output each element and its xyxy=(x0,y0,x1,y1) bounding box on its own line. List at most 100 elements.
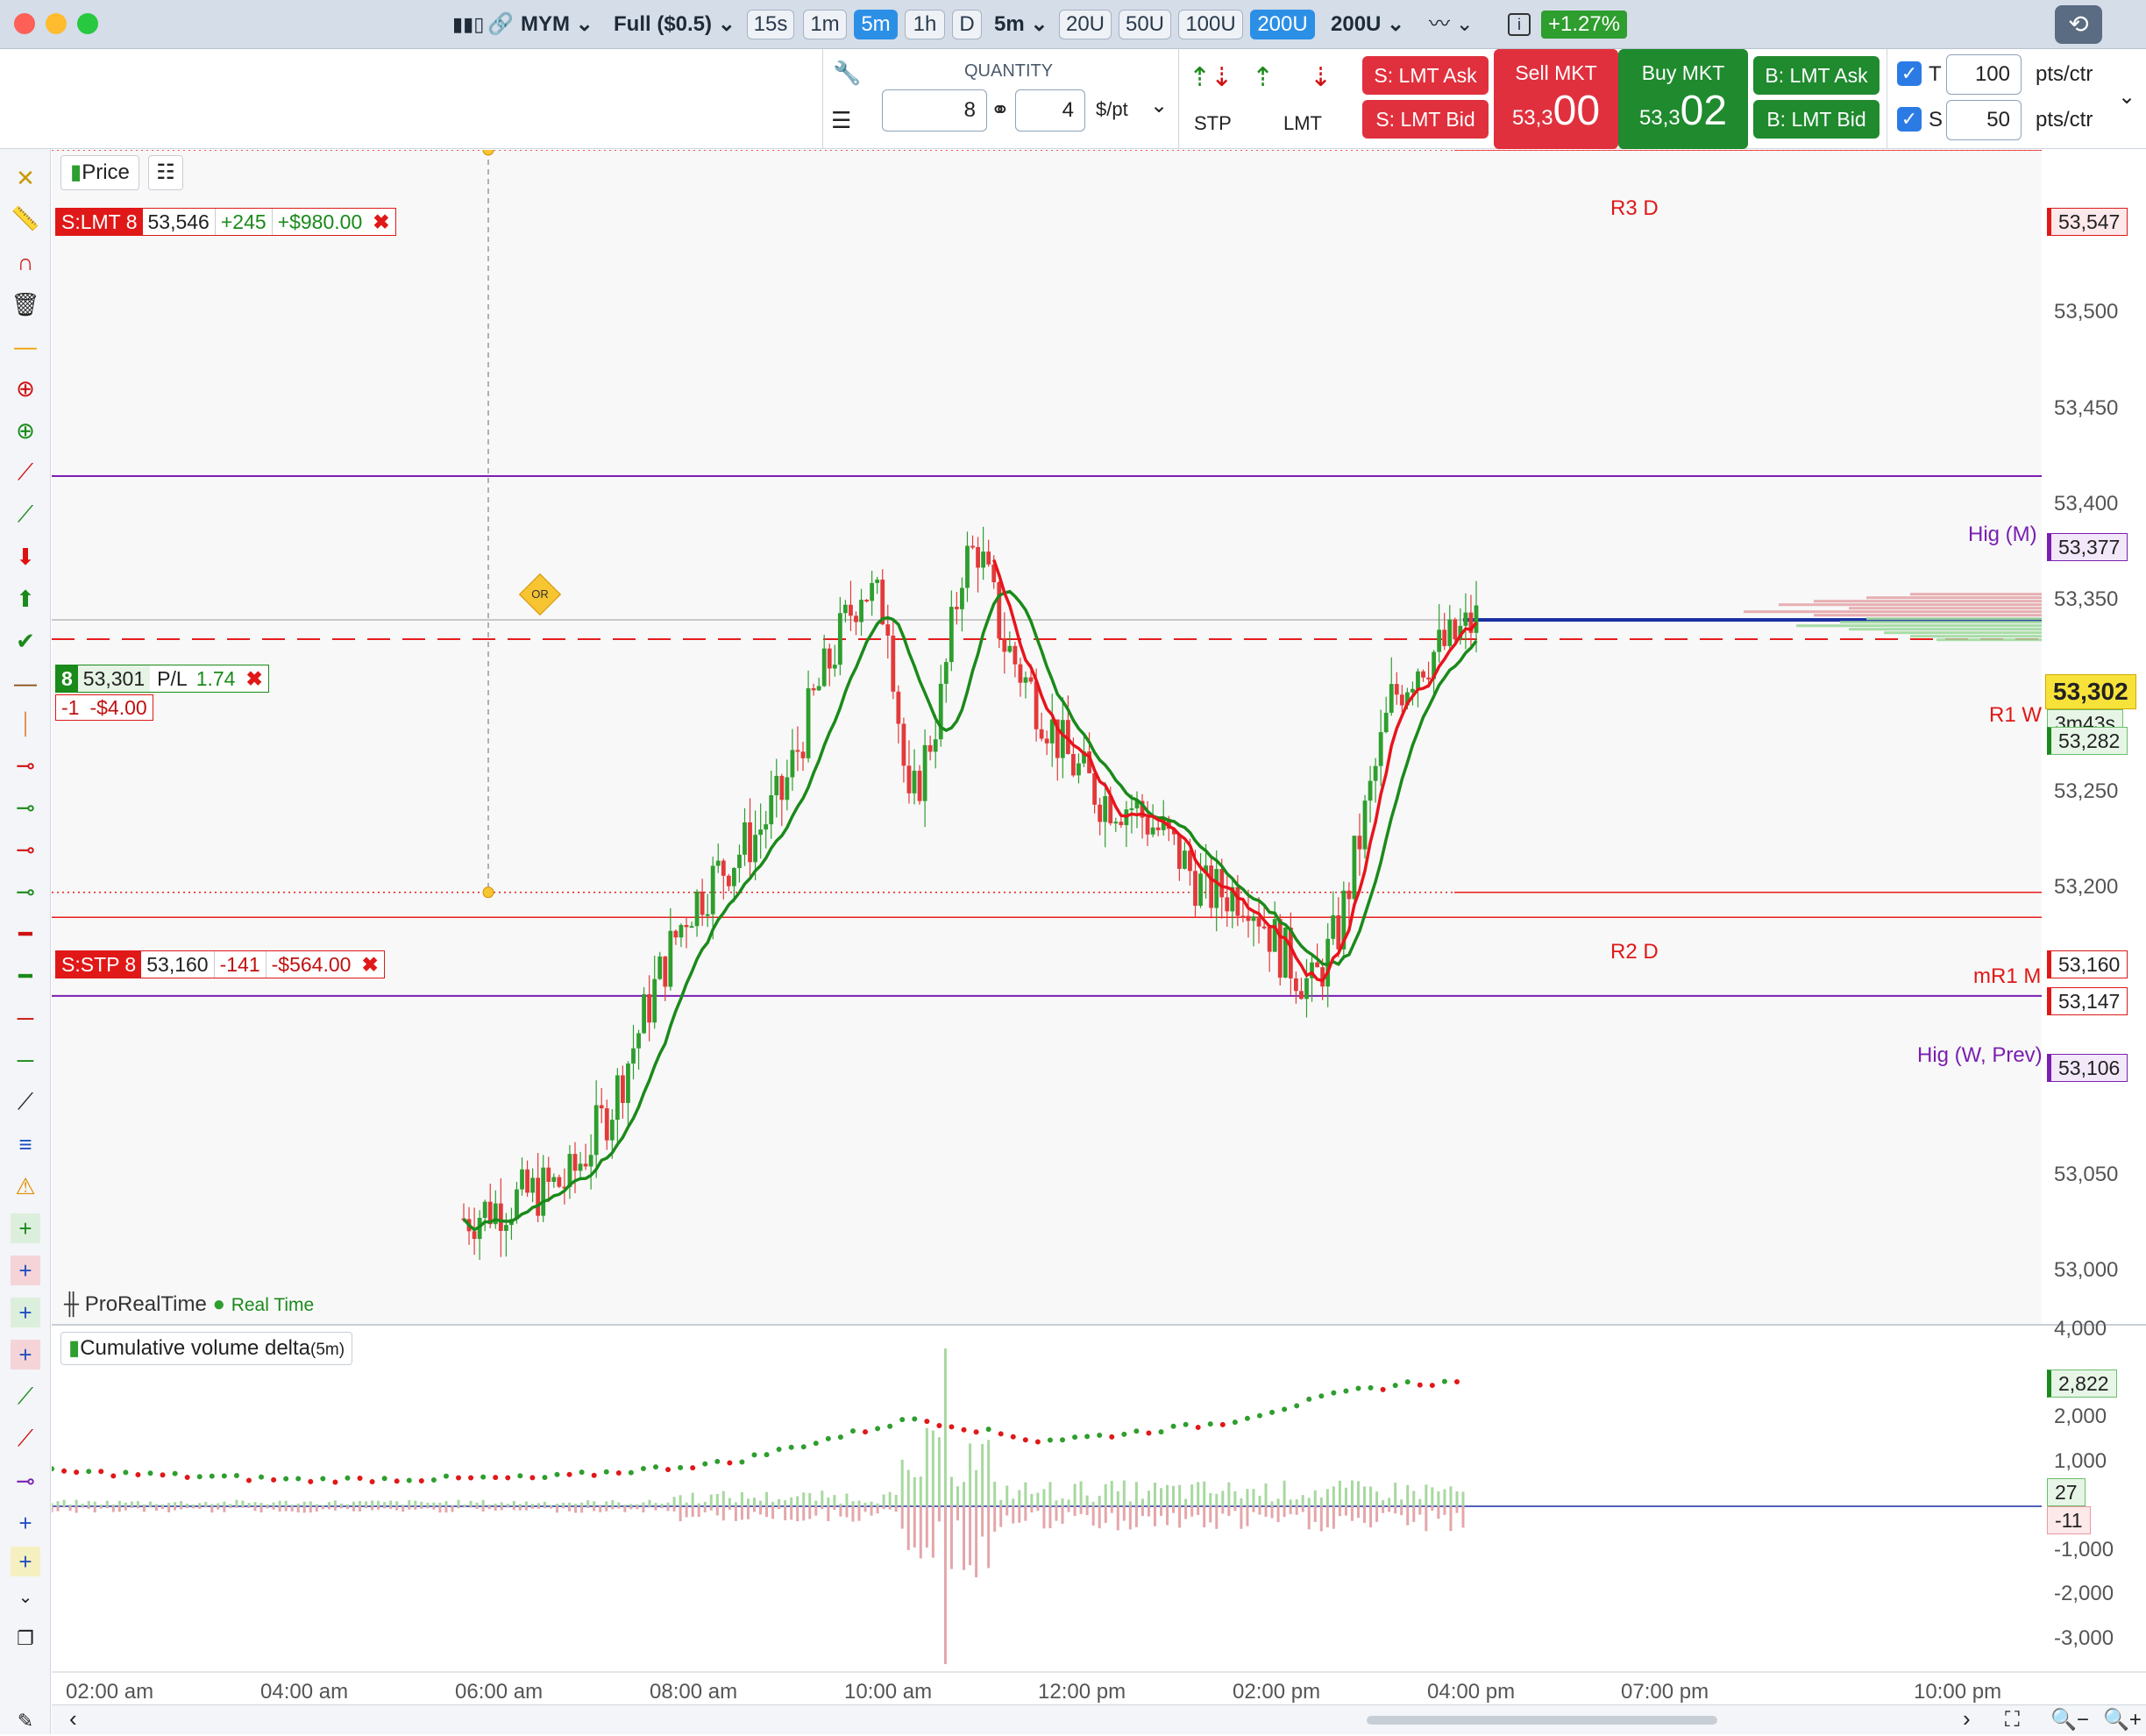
warning-icon[interactable]: ⚠ xyxy=(11,1171,40,1201)
tf-1m[interactable]: 1m xyxy=(803,10,847,39)
stop-input[interactable]: 50 xyxy=(1946,100,2022,140)
arrow-down-icon[interactable]: ⬇ xyxy=(11,542,40,572)
scroll-left-icon[interactable]: ‹ xyxy=(69,1705,77,1732)
link-icon[interactable]: 🔗 xyxy=(487,9,514,40)
vertical-line-icon[interactable]: ⏐ xyxy=(11,710,40,740)
sell-stop-order-tag[interactable]: S:STP 8 53,160 -141 -$564.00 ✖ xyxy=(55,950,385,978)
arrow-up-icon[interactable]: ⬆ xyxy=(11,584,40,614)
lmt-label[interactable]: LMT xyxy=(1283,110,1322,137)
buy-order-tool-icon[interactable]: ⊕ xyxy=(11,374,40,403)
ruler-icon[interactable]: 📏 xyxy=(11,203,40,233)
stop-checkbox[interactable]: ✓ xyxy=(1897,107,1922,132)
price-panel-tab[interactable]: ▮Price xyxy=(60,155,139,190)
hline-purple-icon[interactable]: ⊸ xyxy=(11,1466,40,1496)
hline-green-icon[interactable]: ⊸ xyxy=(11,793,40,822)
sync-icon[interactable]: ⟲ xyxy=(2055,5,2102,44)
trend-red2-icon[interactable]: ⟋ xyxy=(11,1424,40,1454)
scroll-right-icon[interactable]: › xyxy=(1963,1705,1971,1732)
target-checkbox[interactable]: ✓ xyxy=(1897,61,1922,86)
target-input[interactable]: 100 xyxy=(1946,54,2022,95)
add-zone-red-icon[interactable]: + xyxy=(11,1256,40,1285)
panel-list-icon[interactable]: ☷ xyxy=(148,155,183,190)
buy-limit-bid-button[interactable]: B: LMT Bid xyxy=(1753,100,1880,139)
hline-green-dotted-icon[interactable]: ⊸ xyxy=(11,877,40,907)
candle-body xyxy=(827,648,832,669)
unit-20u[interactable]: 20U xyxy=(1059,10,1112,39)
stp-order-icon[interactable]: ⇡⇣ xyxy=(1189,65,1233,91)
trend-line-red-icon[interactable]: ⟋ xyxy=(11,458,40,487)
quantity-contracts-input[interactable]: 8 xyxy=(882,89,987,132)
sell-order-tool-icon[interactable]: ⊕ xyxy=(11,416,40,445)
cvd-panel-tab[interactable]: ▮Cumulative volume delta(5m) xyxy=(60,1332,353,1365)
stp-label[interactable]: STP xyxy=(1194,110,1232,137)
info-icon[interactable]: i xyxy=(1508,13,1531,36)
add-blue-icon[interactable]: + xyxy=(11,1508,40,1538)
interval-select[interactable]: 5m ⌄ xyxy=(994,9,1048,40)
alert-tool-icon[interactable]: ✕ xyxy=(11,163,40,193)
cancel-limit-order-icon[interactable]: ✖ xyxy=(367,209,394,235)
zoom-out-icon[interactable]: 🔍− xyxy=(2050,1707,2089,1733)
tf-d[interactable]: D xyxy=(952,10,982,39)
cancel-stop-order-icon[interactable]: ✖ xyxy=(356,951,383,978)
pencil-icon[interactable]: ✎ xyxy=(11,1706,40,1736)
trend-green2-icon[interactable]: ⟋ xyxy=(11,1382,40,1412)
wrench-icon[interactable]: 🔧 xyxy=(833,60,861,86)
candlestick-icon[interactable]: ▮▮▯ xyxy=(452,9,484,40)
minimize-window-button[interactable] xyxy=(46,13,67,34)
sell-limit-bid-button[interactable]: S: LMT Bid xyxy=(1362,100,1489,139)
layers-icon[interactable]: ❐ xyxy=(11,1624,40,1654)
unit-200u[interactable]: 200U xyxy=(1250,10,1315,39)
tf-5m[interactable]: 5m xyxy=(854,10,898,39)
hline-red-icon[interactable]: ⊸ xyxy=(11,751,40,780)
segment-tool-icon[interactable]: ⟋ xyxy=(11,1087,40,1117)
indicator-icon[interactable]: 〰 ⌄ xyxy=(1429,9,1474,40)
hline-red-dotted-icon[interactable]: ⊸ xyxy=(11,835,40,864)
tf-15s[interactable]: 15s xyxy=(747,10,794,39)
checkmark-icon[interactable]: ✔ xyxy=(11,626,40,656)
green-thin-line-icon[interactable]: ─ xyxy=(11,1045,40,1075)
lmt-buy-icon[interactable]: ⇡ xyxy=(1252,65,1274,91)
chart-area[interactable]: ▮Price ☷ 53,500 53,450 53,400 53,350 53,… xyxy=(52,150,2146,1704)
unit-50u[interactable]: 50U xyxy=(1119,10,1171,39)
unit-select[interactable]: 200U ⌄ xyxy=(1331,9,1404,40)
fit-screen-icon[interactable]: ⛶ xyxy=(2005,1707,2020,1733)
link-icon-qty[interactable]: ⚭ xyxy=(991,96,1010,123)
zoom-in-icon[interactable]: 🔍+ xyxy=(2103,1707,2142,1733)
sell-limit-order-tag[interactable]: S:LMT 8 53,546 +245 +$980.00 ✖ xyxy=(55,208,396,236)
quantity-dollar-input[interactable]: 4 xyxy=(1015,89,1085,132)
buy-limit-ask-button[interactable]: B: LMT Ask xyxy=(1753,56,1880,95)
sell-market-button[interactable]: Sell MKT 53,300 xyxy=(1494,49,1618,149)
red-thin-line-icon[interactable]: ─ xyxy=(11,1003,40,1033)
maximize-window-button[interactable] xyxy=(77,13,98,34)
trend-line-green-icon[interactable]: ⟋ xyxy=(11,500,40,530)
fibonacci-icon[interactable]: ≡ xyxy=(11,1129,40,1159)
unit-100u[interactable]: 100U xyxy=(1178,10,1243,39)
buy-market-button[interactable]: Buy MKT 53,302 xyxy=(1618,49,1748,149)
trash-icon[interactable]: 🗑 xyxy=(11,289,40,319)
red-line-icon[interactable]: ━ xyxy=(11,919,40,949)
candle-body xyxy=(769,795,774,825)
close-window-button[interactable] xyxy=(14,13,35,34)
chart-canvas[interactable] xyxy=(52,150,2146,1684)
green-line-icon[interactable]: ━ xyxy=(11,961,40,991)
add-zone-red2-icon[interactable]: + xyxy=(11,1340,40,1370)
add-yellow-icon[interactable]: + xyxy=(11,1547,40,1576)
symbol-select[interactable]: MYM ⌄ xyxy=(521,9,593,40)
qty-chevron-down-icon[interactable]: ⌄ xyxy=(1150,93,1168,119)
chevron-down-icon[interactable]: ⌄ xyxy=(11,1582,40,1611)
contract-select[interactable]: Full ($0.5) ⌄ xyxy=(614,9,735,40)
magnet-icon[interactable]: ∩ xyxy=(11,247,40,277)
close-position-icon[interactable]: ✖ xyxy=(240,665,267,692)
cvd-sell-bar xyxy=(1036,1506,1040,1512)
add-zone-green2-icon[interactable]: + xyxy=(11,1298,40,1327)
list-settings-icon[interactable]: ☰ xyxy=(831,107,851,133)
horizontal-line-icon[interactable]: — xyxy=(11,331,40,361)
lmt-sell-icon[interactable]: ⇣ xyxy=(1310,65,1332,91)
line-tool-icon[interactable]: — xyxy=(11,668,40,698)
horizontal-scrollbar[interactable] xyxy=(1367,1716,1717,1725)
tf-1h[interactable]: 1h xyxy=(905,10,945,39)
add-zone-green-icon[interactable]: + xyxy=(11,1213,40,1243)
sell-limit-ask-button[interactable]: S: LMT Ask xyxy=(1362,56,1489,95)
position-tag[interactable]: 8 53,301 P/L 1.74 ✖ xyxy=(55,665,269,693)
toolbar-chevron-down-icon[interactable]: ⌄ xyxy=(2118,84,2135,110)
